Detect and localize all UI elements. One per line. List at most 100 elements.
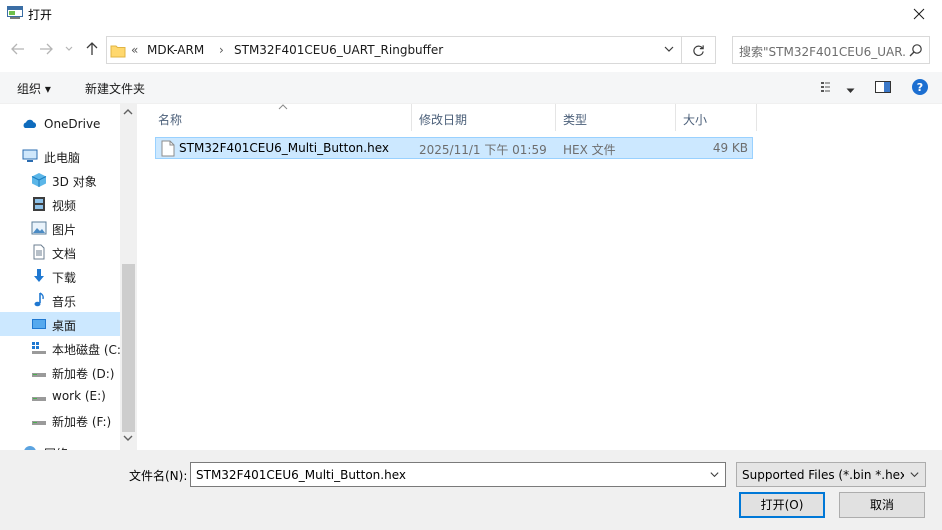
view-dropdown-button[interactable] xyxy=(846,83,855,97)
this-pc-icon xyxy=(22,149,38,162)
nav-item-drive-d[interactable]: 新加卷 (D:) xyxy=(0,360,120,384)
scrollbar-thumb[interactable] xyxy=(122,264,135,432)
chevron-down-icon xyxy=(65,46,73,51)
nav-item-drive-c[interactable]: 本地磁盘 (C: xyxy=(0,336,121,360)
nav-item-label: 下载 xyxy=(52,271,77,285)
file-type: HEX 文件 xyxy=(563,143,616,157)
breadcrumb-item[interactable]: MDK-ARM xyxy=(147,43,204,57)
column-header-date[interactable]: 修改日期 xyxy=(413,104,556,131)
address-bar[interactable]: « MDK-ARM › STM32F401CEU6_UART_Ringbuffe… xyxy=(106,36,682,64)
nav-item-label: OneDrive xyxy=(44,117,101,131)
search-input[interactable]: 搜索"STM32F401CEU6_UAR... xyxy=(739,43,907,60)
downloads-icon xyxy=(34,269,44,282)
breadcrumb-overflow[interactable]: « xyxy=(131,43,138,57)
preview-pane-button[interactable] xyxy=(875,80,891,97)
search-box[interactable]: 搜索"STM32F401CEU6_UAR... xyxy=(732,36,930,64)
navigation-pane: OneDrive 此电脑 3D 对象 视频 图片 文档 下载 音乐 桌面 本地磁… xyxy=(0,104,137,450)
nav-item-3d-objects[interactable]: 3D 对象 xyxy=(0,168,120,192)
nav-item-label: 此电脑 xyxy=(44,151,81,165)
chevron-down-icon[interactable] xyxy=(709,469,720,480)
cancel-button[interactable]: 取消 xyxy=(839,492,925,518)
file-type-select[interactable]: Supported Files (*.bin *.hex *. xyxy=(736,462,926,487)
onedrive-icon xyxy=(23,119,37,128)
video-icon xyxy=(33,197,45,211)
nav-item-label: 文档 xyxy=(52,247,77,261)
nav-pane-scrollbar[interactable] xyxy=(120,104,137,450)
nav-item-pictures[interactable]: 图片 xyxy=(0,216,120,240)
chevron-down-icon[interactable] xyxy=(663,43,675,55)
nav-item-downloads[interactable]: 下载 xyxy=(0,264,120,288)
command-toolbar: 组织 ▾ 新建文件夹 ? xyxy=(0,72,942,104)
scroll-down-icon[interactable] xyxy=(123,434,133,442)
nav-item-label: work (E:) xyxy=(52,389,106,403)
nav-item-label: 新加卷 (D:) xyxy=(52,367,115,381)
scroll-up-icon[interactable] xyxy=(123,108,133,116)
window-title: 打开 xyxy=(28,8,53,22)
new-folder-button[interactable]: 新建文件夹 xyxy=(85,80,145,97)
back-button[interactable] xyxy=(8,38,28,60)
breadcrumb-item[interactable]: STM32F401CEU6_UART_Ringbuffer xyxy=(234,43,443,57)
documents-icon xyxy=(33,244,45,260)
nav-item-label: 3D 对象 xyxy=(52,175,97,189)
desktop-icon xyxy=(32,319,46,329)
filename-input[interactable]: STM32F401CEU6_Multi_Button.hex xyxy=(196,468,406,482)
column-header-label: 大小 xyxy=(683,113,708,127)
up-button[interactable] xyxy=(82,38,102,60)
forward-button[interactable] xyxy=(36,38,56,60)
organize-button[interactable]: 组织 ▾ xyxy=(17,80,51,97)
file-type-value: Supported Files (*.bin *.hex *. xyxy=(742,468,904,482)
arrow-up-icon xyxy=(86,42,98,55)
svg-text:?: ? xyxy=(917,81,923,94)
close-button[interactable] xyxy=(896,0,942,28)
nav-item-documents[interactable]: 文档 xyxy=(0,240,120,264)
nav-item-label: 桌面 xyxy=(52,319,77,333)
sort-ascending-icon xyxy=(278,104,288,110)
drive-icon xyxy=(32,373,46,377)
dialog-footer: 文件名(N): STM32F401CEU6_Multi_Button.hex S… xyxy=(0,450,942,530)
music-icon xyxy=(34,292,44,307)
nav-item-label: 音乐 xyxy=(52,295,77,309)
help-button[interactable]: ? xyxy=(911,78,929,99)
nav-item-videos[interactable]: 视频 xyxy=(0,192,120,216)
nav-item-label: 视频 xyxy=(52,199,77,213)
3d-objects-icon xyxy=(31,173,47,187)
file-row[interactable]: STM32F401CEU6_Multi_Button.hex 2025/11/1… xyxy=(155,137,753,159)
column-header-type[interactable]: 类型 xyxy=(557,104,676,131)
column-header-label: 名称 xyxy=(158,113,183,127)
column-header-name[interactable]: 名称 xyxy=(152,104,412,131)
nav-item-drive-e[interactable]: work (E:) xyxy=(0,384,120,408)
column-header-size[interactable]: 大小 xyxy=(677,104,757,131)
folder-icon xyxy=(110,45,126,58)
filename-field[interactable]: STM32F401CEU6_Multi_Button.hex xyxy=(190,462,726,487)
close-icon xyxy=(913,8,925,20)
nav-item-network[interactable]: 网络 xyxy=(0,440,120,450)
nav-item-desktop[interactable]: 桌面 xyxy=(0,312,120,336)
drive-icon xyxy=(32,421,46,425)
refresh-button[interactable] xyxy=(682,36,716,64)
recent-locations-button[interactable] xyxy=(62,38,76,60)
help-icon: ? xyxy=(912,79,928,95)
app-window-icon xyxy=(7,6,23,19)
search-icon xyxy=(909,44,922,57)
filename-label: 文件名(N): xyxy=(129,469,188,483)
nav-item-onedrive[interactable]: OneDrive xyxy=(0,112,120,136)
caret-down-icon xyxy=(846,88,855,93)
column-header-label: 修改日期 xyxy=(419,113,468,127)
arrow-left-icon xyxy=(11,43,24,55)
refresh-icon xyxy=(693,44,704,56)
drive-icon xyxy=(32,397,46,401)
arrow-right-icon xyxy=(40,43,53,55)
nav-item-drive-f[interactable]: 新加卷 (F:) xyxy=(0,408,120,432)
breadcrumb-separator: › xyxy=(219,43,224,57)
nav-item-label: 图片 xyxy=(52,223,77,237)
file-size: 49 KB xyxy=(712,141,748,155)
open-button[interactable]: 打开(O) xyxy=(739,492,825,518)
view-options-button[interactable] xyxy=(820,80,838,97)
nav-item-label: 本地磁盘 (C: xyxy=(52,343,121,357)
nav-item-music[interactable]: 音乐 xyxy=(0,288,120,312)
column-header-label: 类型 xyxy=(563,113,588,127)
file-icon xyxy=(161,140,175,157)
nav-item-this-pc[interactable]: 此电脑 xyxy=(0,144,120,168)
system-drive-icon xyxy=(32,342,46,354)
navigation-row: « MDK-ARM › STM32F401CEU6_UART_Ringbuffe… xyxy=(0,34,942,64)
